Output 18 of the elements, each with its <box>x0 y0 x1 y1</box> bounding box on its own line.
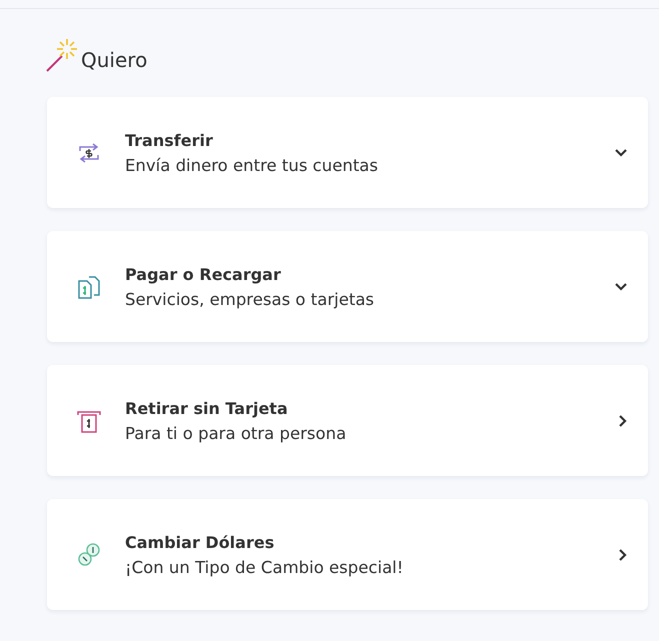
option-subtitle: Servicios, empresas o tarjetas <box>125 290 376 308</box>
section-heading: Quiero <box>81 47 148 73</box>
option-subtitle: ¡Con un Tipo de Cambio especial! <box>125 558 404 576</box>
option-title: Transferir <box>125 130 214 150</box>
option-card[interactable]: Transferir Envía dinero entre tus cuentas <box>47 97 648 208</box>
chevron-down-icon <box>614 148 628 158</box>
option-subtitle: Envía dinero entre tus cuentas <box>125 156 379 174</box>
option-card[interactable]: Retirar sin Tarjeta Para ti o para otra persona <box>47 365 648 476</box>
chevron-down-icon <box>614 282 628 292</box>
option-title: Retirar sin Tarjeta <box>125 398 289 418</box>
chevron-right-icon <box>618 548 628 562</box>
magic-wand-icon <box>45 37 79 73</box>
chevron-right-icon <box>618 414 628 428</box>
option-subtitle: Para ti o para otra persona <box>125 424 348 442</box>
option-title: Pagar o Recargar <box>125 264 282 284</box>
option-title: Cambiar Dólares <box>125 532 276 552</box>
option-card[interactable]: Cambiar Dólares ¡Con un Tipo de Cambio especial! <box>47 499 648 610</box>
option-card[interactable]: Pagar o Recargar Servicios, empresas o tarjetas <box>47 231 648 342</box>
